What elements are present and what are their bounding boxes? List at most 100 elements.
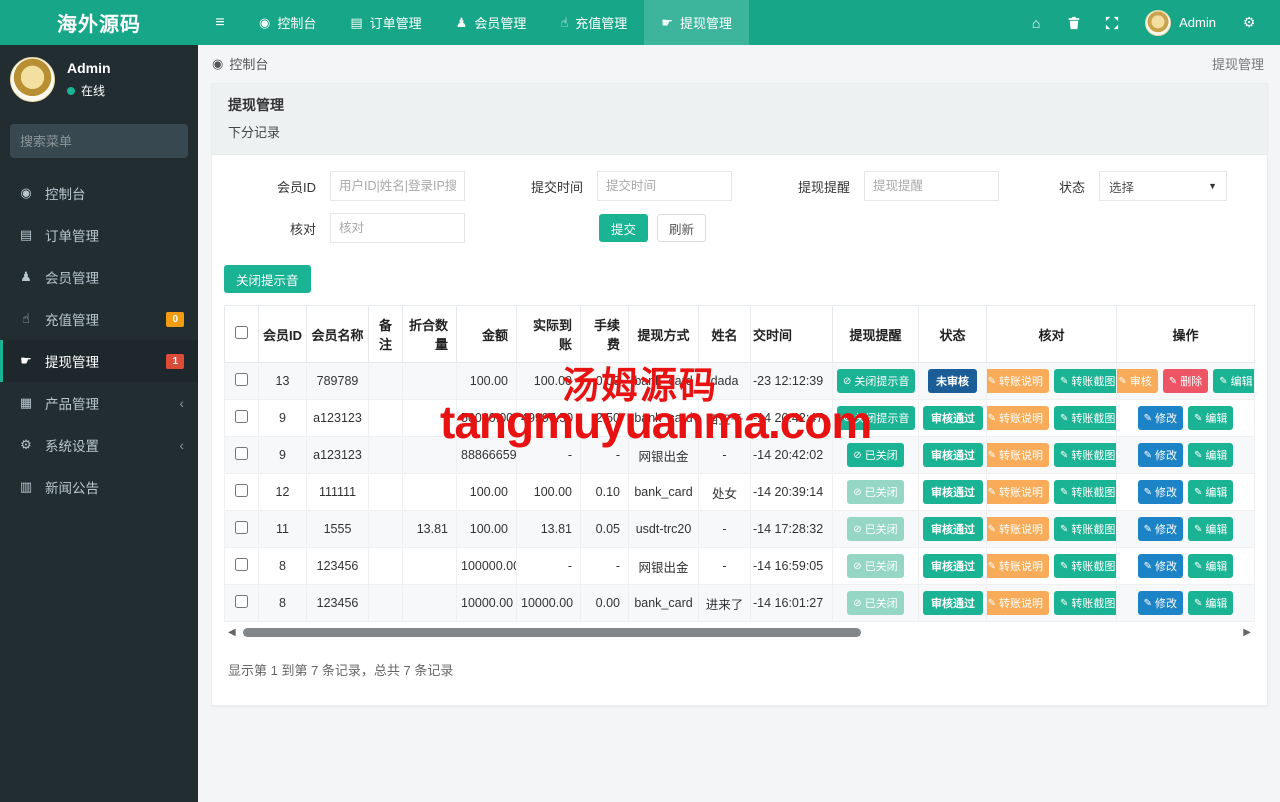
sidebar-item-会员管理[interactable]: ♟ 会员管理: [0, 256, 198, 298]
sidebar-item-控制台[interactable]: ◉ 控制台: [0, 172, 198, 214]
scroll-right-icon[interactable]: ▶: [1243, 627, 1251, 638]
转账截图-button[interactable]: ✎ 转账截图: [1054, 480, 1116, 504]
status-select[interactable]: 选择 ▼: [1099, 171, 1227, 201]
删除-button[interactable]: ✎ 删除: [1162, 369, 1209, 393]
remind-关闭提示音-button[interactable]: ⊘ 关闭提示音: [837, 369, 916, 393]
gears-icon[interactable]: ⚙: [1232, 0, 1266, 45]
sidebar-item-label: 会员管理: [45, 271, 99, 286]
row-checkbox[interactable]: [235, 373, 248, 386]
scroll-left-icon[interactable]: ◀: [228, 627, 236, 638]
转账截图-button[interactable]: ✎ 转账截图: [1054, 554, 1116, 578]
mute-alert-button[interactable]: 关闭提示音: [224, 265, 311, 293]
menu-search-input[interactable]: [20, 133, 196, 149]
编辑-button[interactable]: ✎ 编辑: [1213, 369, 1254, 393]
转账说明-button[interactable]: ✎ 转账说明: [987, 480, 1049, 504]
submit-time-input[interactable]: [597, 171, 732, 201]
member-id-input[interactable]: [330, 171, 465, 201]
转账截图-button[interactable]: ✎ 转账截图: [1054, 591, 1116, 615]
sidebar-item-系统设置[interactable]: ⚙ 系统设置 ‹: [0, 424, 198, 466]
remind-已关闭-button[interactable]: ⊘ 已关闭: [847, 591, 904, 615]
nav-tab-控制台[interactable]: ◉ 控制台: [242, 0, 333, 45]
转账说明-button[interactable]: ✎ 转账说明: [987, 443, 1049, 467]
remind-关闭提示音-button[interactable]: ⊘ 关闭提示音: [837, 406, 916, 430]
修改-button[interactable]: ✎ 修改: [1137, 517, 1183, 541]
nav-tab-会员管理[interactable]: ♟ 会员管理: [439, 0, 544, 45]
编辑-button[interactable]: ✎ 编辑: [1188, 554, 1234, 578]
remind-已关闭-button[interactable]: ⊘ 已关闭: [847, 554, 904, 578]
check-cell: ✎ 转账说明 ✎ 转账截图: [986, 510, 1117, 548]
online-status: 在线: [81, 84, 106, 98]
select-all-checkbox[interactable]: [235, 326, 248, 339]
转账说明-button[interactable]: ✎ 转账说明: [987, 369, 1049, 393]
user-name: Admin: [67, 60, 111, 76]
submit-button[interactable]: 提交: [599, 214, 649, 242]
check-input[interactable]: [330, 213, 465, 243]
row-checkbox[interactable]: [235, 558, 248, 571]
sidebar-item-订单管理[interactable]: ▤ 订单管理: [0, 214, 198, 256]
修改-button[interactable]: ✎ 修改: [1137, 480, 1183, 504]
row-checkbox[interactable]: [235, 447, 248, 460]
转账说明-button[interactable]: ✎ 转账说明: [987, 591, 1049, 615]
row-checkbox[interactable]: [235, 410, 248, 423]
sidebar-toggle-button[interactable]: ≡: [198, 0, 242, 45]
member-id-cell: 9: [258, 399, 307, 437]
chevron-down-icon: ▼: [1208, 181, 1217, 191]
审核-button[interactable]: ✎ 审核: [1117, 369, 1158, 393]
fullscreen-icon[interactable]: [1095, 0, 1129, 45]
button-label: 转账说明: [999, 598, 1043, 610]
sidebar-item-产品管理[interactable]: ▦ 产品管理 ‹: [0, 382, 198, 424]
sidebar-item-新闻公告[interactable]: ▥ 新闻公告: [0, 466, 198, 508]
row-checkbox[interactable]: [235, 521, 248, 534]
转账说明-button[interactable]: ✎ 转账说明: [987, 517, 1049, 541]
scrollbar-thumb[interactable]: [243, 628, 861, 637]
转账截图-button[interactable]: ✎ 转账截图: [1054, 517, 1116, 541]
home-icon[interactable]: ⌂: [1019, 0, 1053, 45]
编辑-button[interactable]: ✎ 编辑: [1188, 591, 1234, 615]
remind-已关闭-button[interactable]: ⊘ 已关闭: [847, 443, 904, 467]
remind-cell: ⊘ 已关闭: [832, 547, 919, 585]
button-label: 修改: [1155, 561, 1177, 573]
ban-icon: ⊘: [853, 523, 862, 535]
修改-button[interactable]: ✎ 修改: [1137, 591, 1183, 615]
row-select-cell: [224, 473, 259, 511]
row-checkbox[interactable]: [235, 484, 248, 497]
ban-icon: ⊘: [843, 375, 852, 387]
pencil-icon: ✎: [987, 486, 996, 498]
编辑-button[interactable]: ✎ 编辑: [1188, 517, 1234, 541]
修改-button[interactable]: ✎ 修改: [1137, 406, 1183, 430]
trash-icon[interactable]: [1057, 0, 1091, 45]
修改-button[interactable]: ✎ 修改: [1137, 554, 1183, 578]
转账截图-button[interactable]: ✎ 转账截图: [1054, 369, 1116, 393]
column-header-金额: 金额: [456, 306, 517, 363]
编辑-button[interactable]: ✎ 编辑: [1188, 443, 1234, 467]
转账截图-button[interactable]: ✎ 转账截图: [1054, 443, 1116, 467]
nav-tab-充值管理[interactable]: ☝ 充值管理: [543, 0, 644, 45]
fee-cell: 2.50: [580, 399, 629, 437]
编辑-button[interactable]: ✎ 编辑: [1188, 480, 1234, 504]
remind-已关闭-button[interactable]: ⊘ 已关闭: [847, 517, 904, 541]
nav-tab-订单管理[interactable]: ▤ 订单管理: [333, 0, 438, 45]
online-dot-icon: [67, 86, 75, 95]
row-checkbox[interactable]: [235, 595, 248, 608]
nav-tab-提现管理[interactable]: ☛ 提现管理: [644, 0, 749, 45]
修改-button[interactable]: ✎ 修改: [1137, 443, 1183, 467]
转账说明-button[interactable]: ✎ 转账说明: [987, 554, 1049, 578]
withdraw-method-cell: 网银出金: [628, 547, 699, 585]
sidebar-item-充值管理[interactable]: ☝ 充值管理 0: [0, 298, 198, 340]
sidebar-item-提现管理[interactable]: ☛ 提现管理 1: [0, 340, 198, 382]
pencil-icon: ✎: [1060, 412, 1069, 424]
breadcrumb-home[interactable]: ◉ 控制台: [212, 54, 268, 73]
pencil-icon: ✎: [1194, 412, 1203, 424]
brand-logo[interactable]: 海外源码: [0, 0, 198, 45]
remind-已关闭-button[interactable]: ⊘ 已关闭: [847, 480, 904, 504]
chevron-left-icon: ‹: [179, 395, 184, 411]
check-cell: ✎ 转账说明 ✎ 转账截图: [986, 473, 1117, 511]
编辑-button[interactable]: ✎ 编辑: [1188, 406, 1234, 430]
refresh-button[interactable]: 刷新: [657, 214, 707, 242]
user-menu[interactable]: Admin: [1133, 9, 1228, 36]
nav-tab-label: 会员管理: [474, 16, 527, 31]
remind-input[interactable]: [864, 171, 999, 201]
转账截图-button[interactable]: ✎ 转账截图: [1054, 406, 1116, 430]
转账说明-button[interactable]: ✎ 转账说明: [987, 406, 1049, 430]
horizontal-scrollbar[interactable]: ◀ ▶: [226, 627, 1253, 639]
